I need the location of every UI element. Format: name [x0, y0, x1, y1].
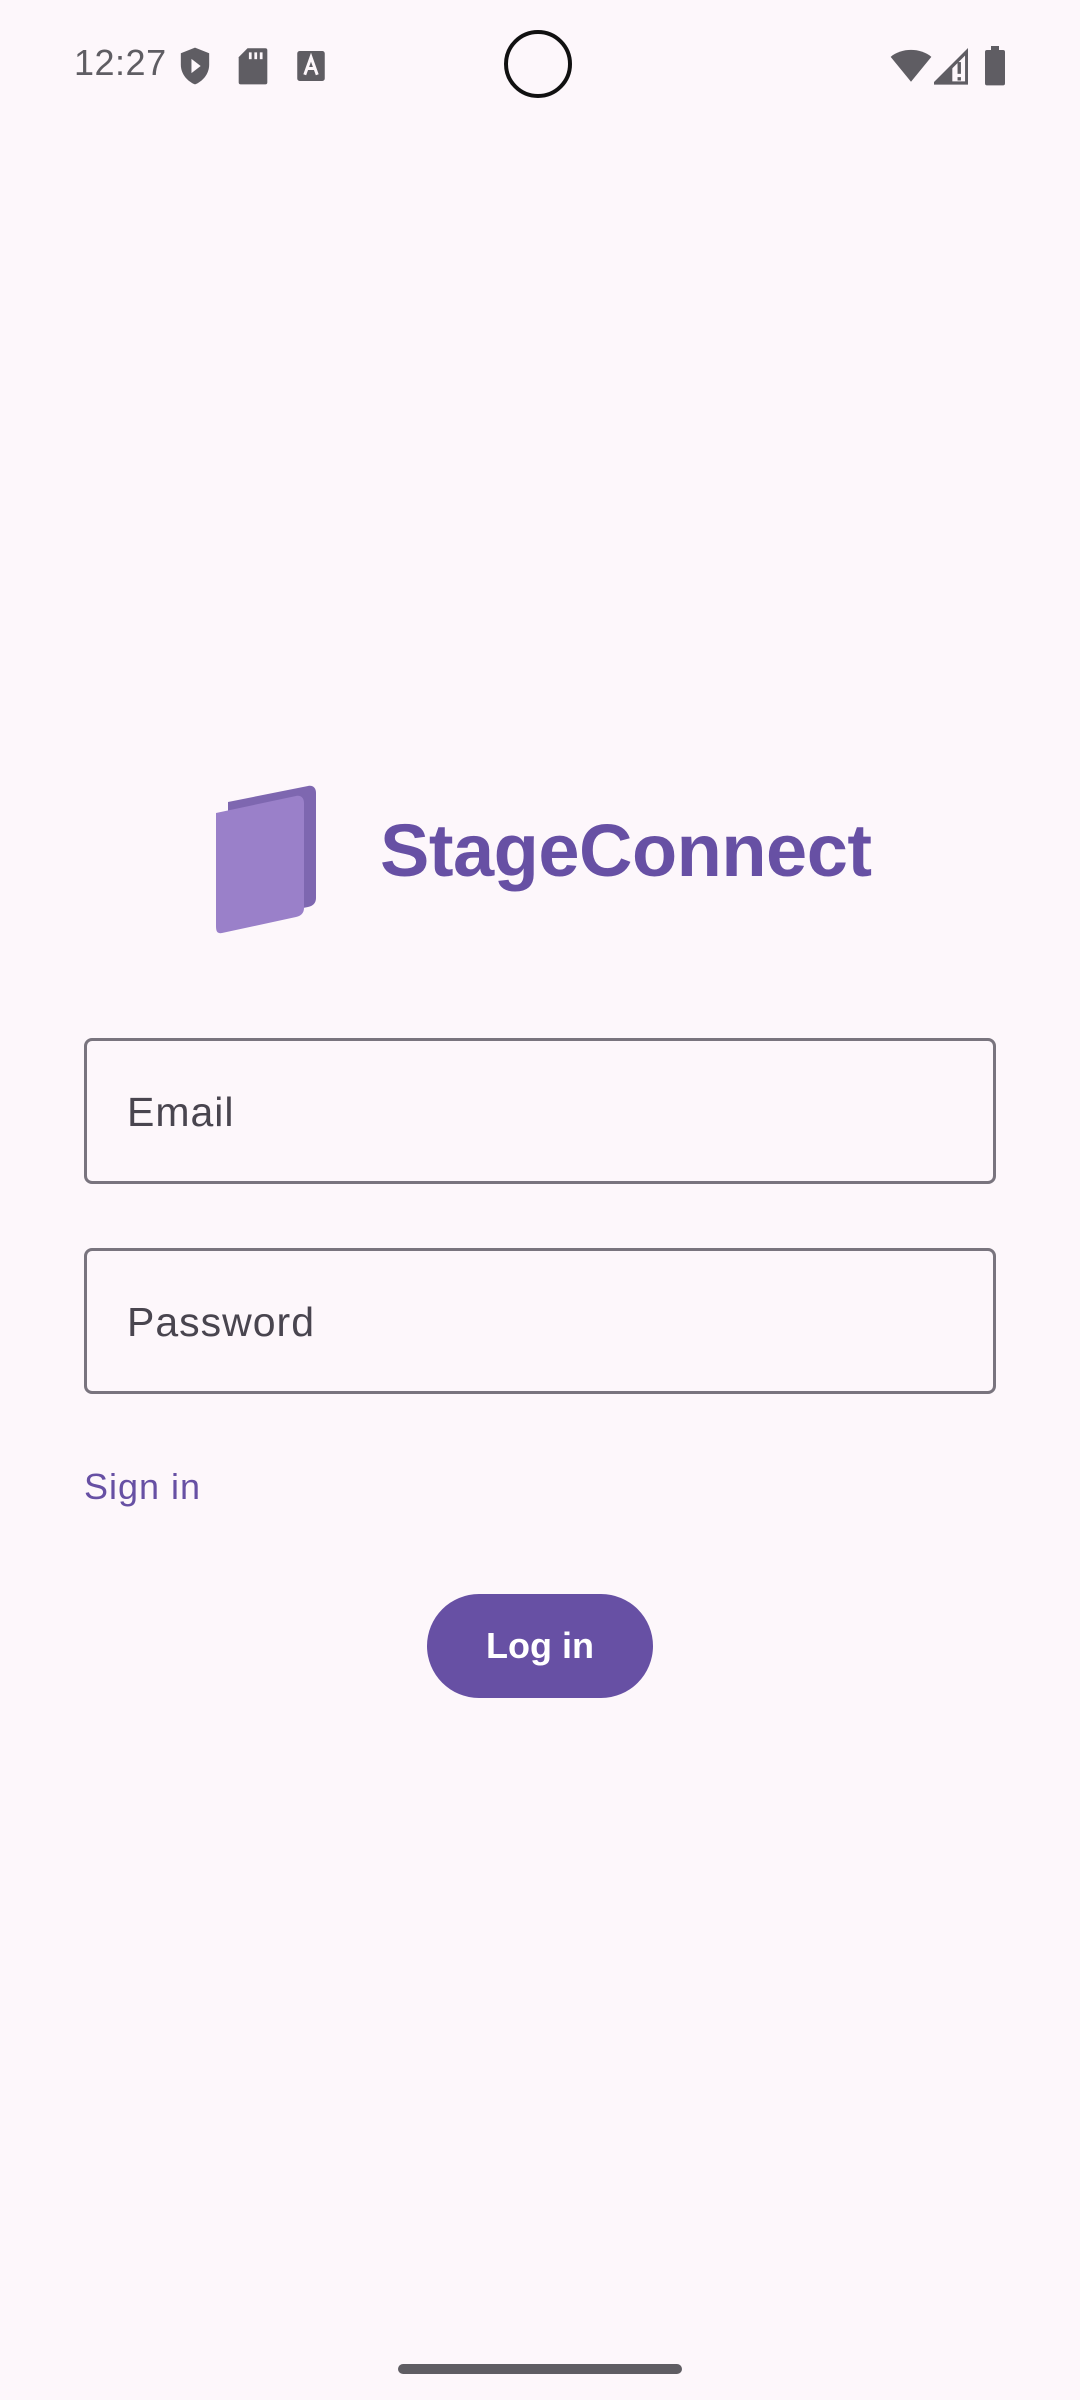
camera-cutout	[504, 30, 572, 98]
brand-header: StageConnect	[210, 780, 910, 940]
cell-signal-icon	[934, 47, 968, 85]
email-field[interactable]: Email	[84, 1038, 996, 1184]
sign-in-link[interactable]: Sign in	[84, 1466, 201, 1508]
text-a-icon	[297, 51, 325, 81]
shield-play-icon	[180, 47, 210, 85]
status-bar: 12:27	[0, 0, 1080, 130]
status-time: 12:27	[74, 42, 167, 83]
login-button-label: Log in	[486, 1625, 594, 1666]
battery-icon	[985, 46, 1005, 86]
home-indicator[interactable]	[398, 2364, 682, 2374]
wifi-icon	[890, 49, 932, 82]
stacked-cards-logo-icon	[216, 785, 316, 934]
app-title: StageConnect	[380, 809, 872, 892]
login-button[interactable]: Log in	[427, 1594, 653, 1698]
password-field[interactable]: Password	[84, 1248, 996, 1394]
email-field-label: Email	[127, 1089, 235, 1135]
sd-card-icon	[238, 48, 268, 85]
password-field-label: Password	[127, 1299, 316, 1345]
